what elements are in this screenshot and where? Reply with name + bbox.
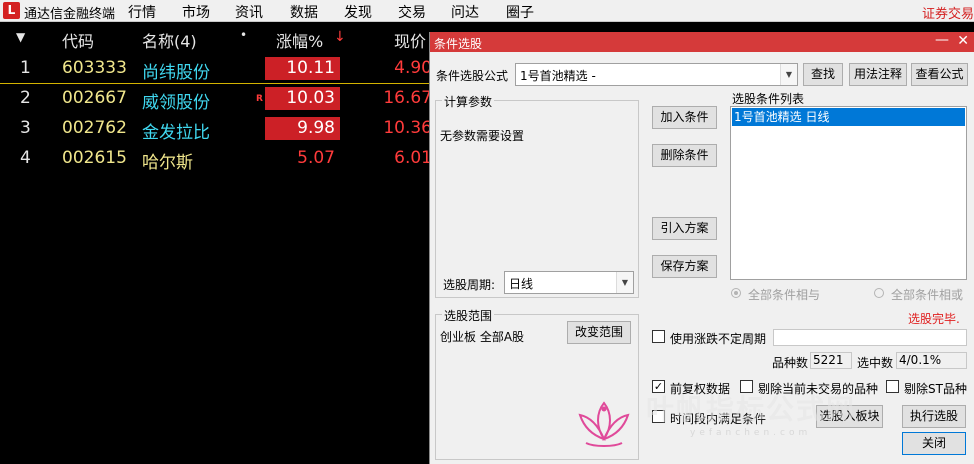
row-index: 1 [20, 58, 31, 78]
period-value: 日线 [509, 277, 534, 291]
header-code[interactable]: 代码 [62, 28, 94, 52]
stock-code: 002667 [62, 88, 127, 108]
exclude-st-label: 剔除ST品种 [904, 382, 967, 396]
formula-select[interactable]: 1号首池精选 - ▼ [515, 63, 798, 86]
add-condition-button[interactable]: 加入条件 [652, 106, 717, 129]
menu-ask[interactable]: 问达 [451, 2, 479, 22]
app-title: 通达信金融终端 [24, 7, 116, 22]
period-select[interactable]: 日线 ▼ [504, 271, 634, 294]
count-label: 品种数 [772, 356, 809, 370]
selected-value: 4/0.1% [896, 352, 967, 369]
import-plan-button[interactable]: 引入方案 [652, 217, 717, 240]
sort-desc-icon: ↓ [334, 29, 346, 45]
change-pct: 10.11 [265, 57, 340, 80]
params-group: 计算参数 无参数需要设置 选股周期: 日线 ▼ [435, 93, 639, 298]
radio-and[interactable] [731, 288, 741, 298]
menu-news[interactable]: 资讯 [235, 2, 263, 22]
formula-label: 条件选股公式 [436, 69, 509, 83]
count-value: 5221 [810, 352, 852, 369]
close-icon[interactable]: ✕ [957, 33, 969, 49]
selected-label: 选中数 [857, 356, 894, 370]
range-text: 创业板 全部A股 [440, 330, 525, 344]
dialog-title: 条件选股 [434, 37, 483, 51]
row-index: 4 [20, 148, 31, 168]
row-index: 3 [20, 118, 31, 138]
selected-row-underline [0, 83, 440, 84]
stock-name: 金发拉比 [142, 123, 210, 143]
change-pct: 5.07 [297, 148, 335, 168]
securities-trade-link[interactable]: 证券交易 [922, 3, 974, 22]
menu-quotes[interactable]: 行情 [128, 2, 156, 22]
params-text: 无参数需要设置 [440, 129, 525, 143]
status-text: 选股完毕. [908, 312, 960, 326]
minimize-icon[interactable]: — [935, 32, 949, 48]
row-index: 2 [20, 88, 31, 108]
quote-table-header: ▼ 代码 名称(4) • 涨幅% ↓ 现价 [0, 26, 440, 52]
watermark-text: 叶帆指标公式网 [646, 393, 857, 426]
exclude-st-checkbox[interactable] [886, 380, 899, 393]
condition-list[interactable]: 1号首池精选 日线 [730, 106, 967, 280]
column-menu-icon[interactable]: ▼ [16, 30, 25, 44]
range-group: 选股范围 创业板 全部A股 改变范围 [435, 307, 639, 460]
menu-trade[interactable]: 交易 [398, 2, 426, 22]
delete-condition-button[interactable]: 删除条件 [652, 144, 717, 167]
volatility-label: 使用涨跌不定周期 [670, 332, 767, 346]
radio-or-label: 全部条件相或 [891, 288, 964, 302]
dialog-titlebar[interactable]: 条件选股 — ✕ [430, 32, 974, 52]
quote-row[interactable]: 4 002615 哈尔斯 5.07 6.01 [0, 145, 440, 173]
margin-badge: R [256, 94, 263, 104]
stock-price: 4.90 [394, 58, 432, 78]
radio-and-label: 全部条件相与 [748, 288, 821, 302]
stock-name: 尚纬股份 [142, 63, 210, 83]
stock-name: 威领股份 [142, 93, 210, 113]
usage-notes-button[interactable]: 用法注释 [849, 63, 907, 86]
stock-name: 哈尔斯 [142, 153, 193, 173]
save-plan-button[interactable]: 保存方案 [652, 255, 717, 278]
find-button[interactable]: 查找 [803, 63, 843, 86]
change-pct: 9.98 [265, 117, 340, 140]
quote-row[interactable]: 2 002667 威领股份 R 10.03 16.67 [0, 85, 440, 113]
lotus-logo-icon [578, 401, 630, 447]
header-dot-icon: • [240, 28, 248, 42]
watermark-url: yefanchen.com [690, 428, 812, 438]
stock-price: 10.36 [383, 118, 432, 138]
volatility-input[interactable] [773, 329, 967, 346]
range-group-title: 选股范围 [442, 307, 495, 324]
menu-circle[interactable]: 圈子 [506, 2, 534, 22]
header-price[interactable]: 现价 [394, 28, 426, 52]
change-pct: 10.03 [265, 87, 340, 110]
menu-market[interactable]: 市场 [182, 2, 210, 22]
chevron-down-icon[interactable]: ▼ [780, 64, 797, 85]
run-screen-button[interactable]: 执行选股 [902, 405, 966, 428]
change-range-button[interactable]: 改变范围 [567, 321, 631, 344]
chevron-down-icon[interactable]: ▼ [616, 272, 633, 293]
view-formula-button[interactable]: 查看公式 [911, 63, 968, 86]
formula-value: 1号首池精选 - [520, 69, 596, 83]
stock-price: 16.67 [383, 88, 432, 108]
period-label: 选股周期: [443, 278, 496, 292]
stock-code: 002762 [62, 118, 127, 138]
quote-row[interactable]: 3 002762 金发拉比 9.98 10.36 [0, 115, 440, 143]
radio-or[interactable] [874, 288, 884, 298]
menu-discover[interactable]: 发现 [344, 2, 372, 22]
header-name[interactable]: 名称(4) [142, 28, 197, 52]
volatility-checkbox[interactable] [652, 330, 665, 343]
stock-price: 6.01 [394, 148, 432, 168]
params-group-title: 计算参数 [442, 93, 495, 110]
close-button[interactable]: 关闭 [902, 432, 966, 455]
condition-list-title: 选股条件列表 [732, 92, 805, 106]
stock-code: 002615 [62, 148, 127, 168]
header-change-pct[interactable]: 涨幅% [276, 28, 323, 52]
condition-list-item[interactable]: 1号首池精选 日线 [732, 108, 965, 126]
menu-bar: L 通达信金融终端 行情 市场 资讯 数据 发现 交易 问达 圈子 证券交易 [0, 0, 974, 22]
stock-code: 603333 [62, 58, 127, 78]
menu-data[interactable]: 数据 [290, 2, 318, 22]
quote-row[interactable]: 1 603333 尚纬股份 10.11 4.90 [0, 55, 440, 83]
app-logo-icon: L [3, 2, 20, 19]
